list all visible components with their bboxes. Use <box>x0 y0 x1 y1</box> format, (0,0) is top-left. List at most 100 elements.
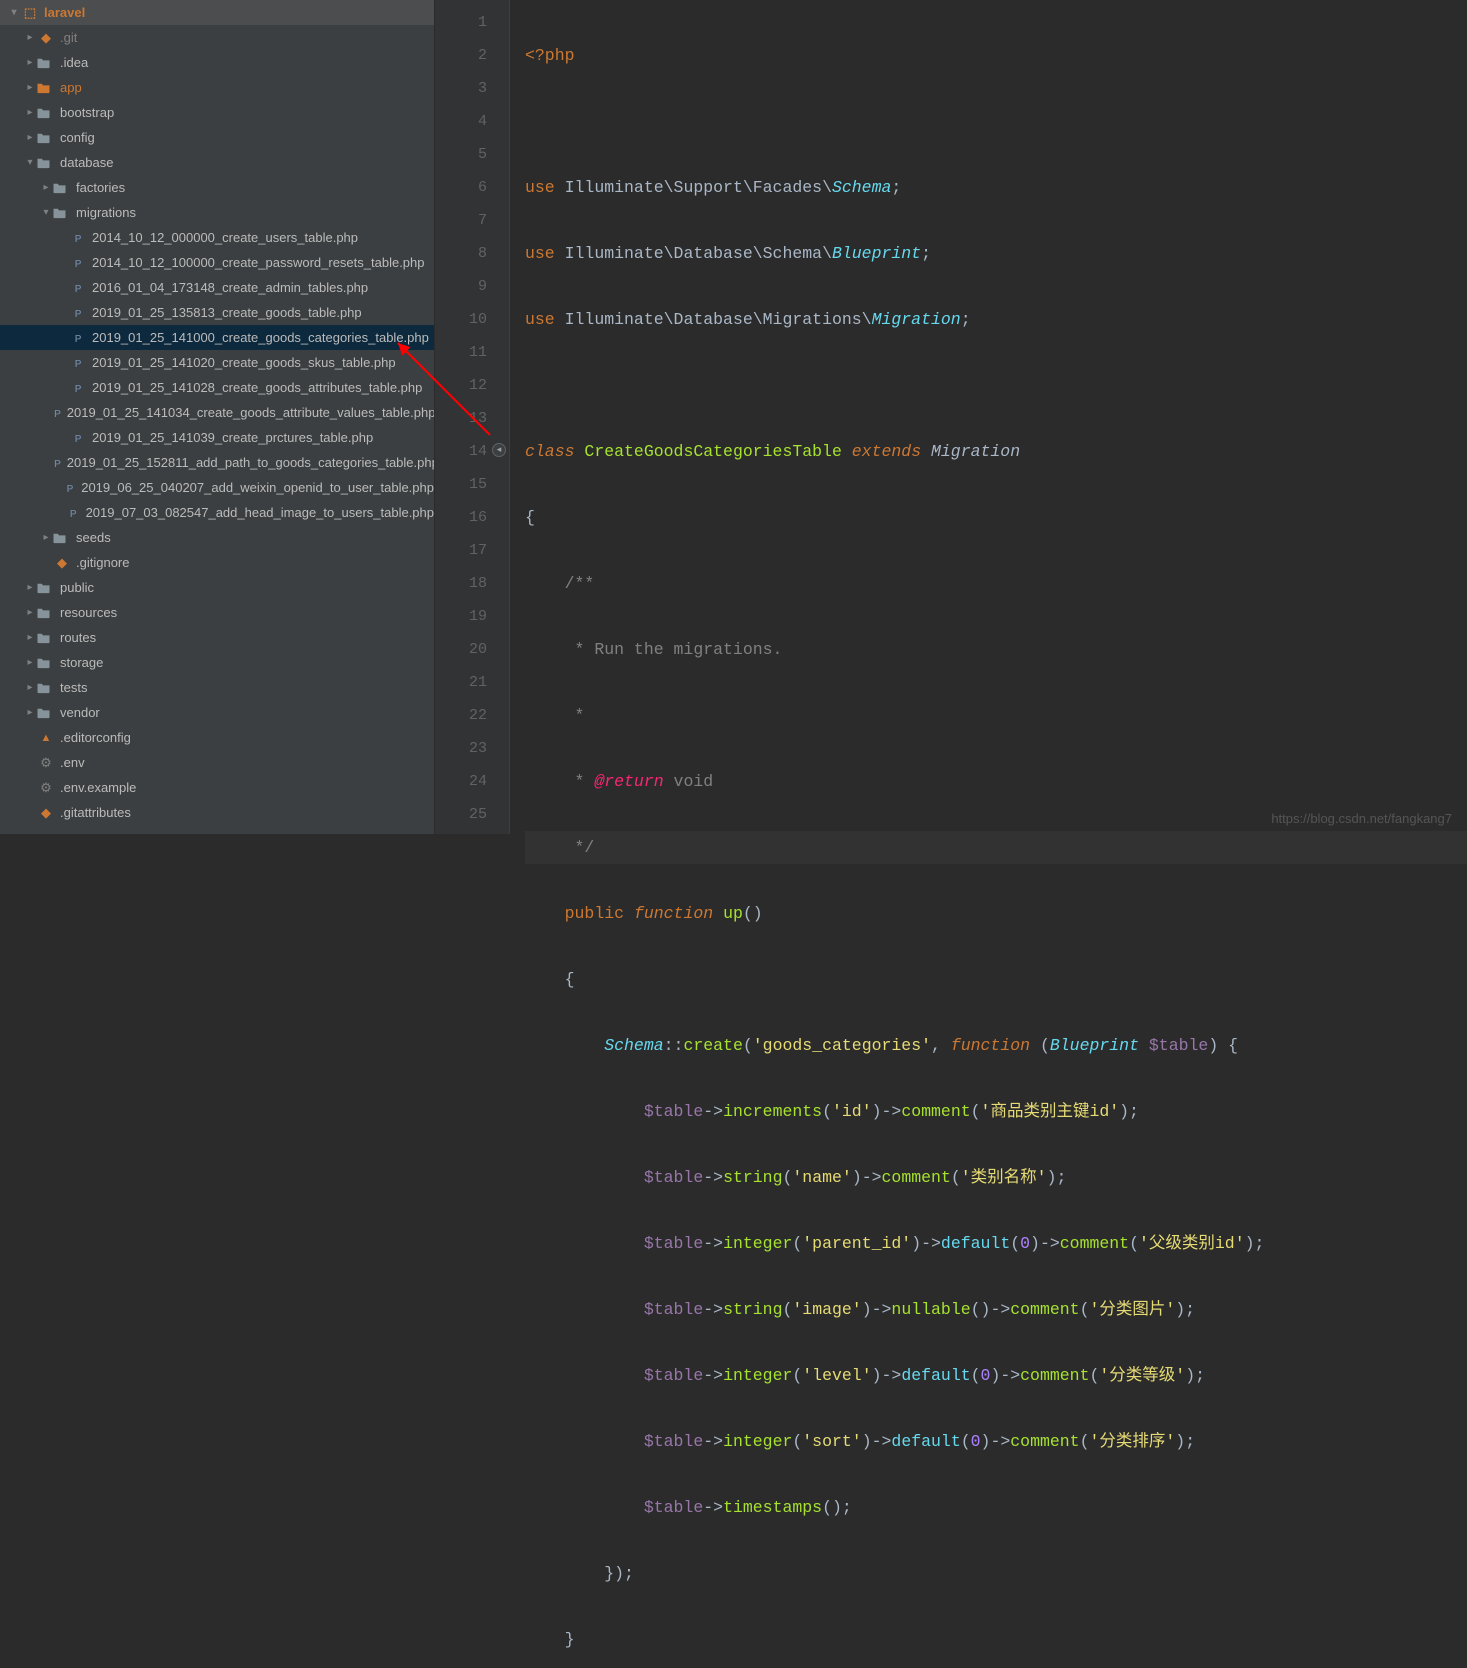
git-file-icon: ◆ <box>54 555 70 571</box>
var: $table <box>644 1234 703 1253</box>
tree-item-2019-01-25-141020-create-goods-skus-table-php[interactable]: ᴘ 2019_01_25_141020_create_goods_skus_tab… <box>0 350 434 375</box>
tree-item--git[interactable]: ◆.git <box>0 25 434 50</box>
str: 'id' <box>832 1102 872 1121</box>
chevron-closed-icon[interactable] <box>22 32 38 43</box>
tree-item-2016-01-04-173148-create-admin-tables-php[interactable]: ᴘ 2016_01_04_173148_create_admin_tables.p… <box>0 275 434 300</box>
chevron-open-icon[interactable] <box>6 7 22 18</box>
tree-item-2019-01-25-141000-create-goods-categories-table-php[interactable]: ᴘ2019_01_25_141000_create_goods_categori… <box>0 325 434 350</box>
code-content[interactable]: <?php use Illuminate\Support\Facades\Sch… <box>510 0 1467 834</box>
tree-item-2019-06-25-040207-add-weixin-openid-to-user-table-php[interactable]: ᴘ2019_06_25_040207_add_weixin_openid_to_… <box>0 475 434 500</box>
str: 'level' <box>802 1366 871 1385</box>
tree-item-2019-07-03-082547-add-head-image-to-users-table-php[interactable]: ᴘ2019_07_03_082547_add_head_image_to_use… <box>0 500 434 525</box>
str: '父级类别id' <box>1139 1234 1245 1253</box>
method: comment <box>1020 1366 1089 1385</box>
tree-item-factories[interactable]: factories <box>0 175 434 200</box>
tree-item-database[interactable]: database <box>0 150 434 175</box>
doc-tag-return: @return <box>594 772 663 791</box>
tree-item-bootstrap[interactable]: bootstrap <box>0 100 434 125</box>
tree-item-2014-10-12-000000-create-users-table-php[interactable]: ᴘ2014_10_12_000000_create_users_table.ph… <box>0 225 434 250</box>
tree-label: seeds <box>76 530 111 545</box>
tree-item-routes[interactable]: routes <box>0 625 434 650</box>
str-table: 'goods_categories' <box>753 1036 931 1055</box>
tree-item--editorconfig[interactable]: ▲.editorconfig <box>0 725 434 750</box>
folder-icon <box>38 80 54 96</box>
line-number: 17 <box>441 534 487 567</box>
folder-icon <box>38 655 54 671</box>
file-icon: ▲ <box>38 730 54 746</box>
tree-item-laravel[interactable]: ⬚laravel <box>0 0 434 25</box>
method: integer <box>723 1432 792 1451</box>
php-file-icon: ᴘ <box>70 280 86 296</box>
line-number: 19 <box>441 600 487 633</box>
project-tree-sidebar[interactable]: ⬚laravel◆.git .idea app bootstrapconfigdata… <box>0 0 435 834</box>
tree-item--env[interactable]: ⚙.env <box>0 750 434 775</box>
ns: Illuminate\Database\Migrations\ <box>565 310 872 329</box>
str: '分类等级' <box>1099 1366 1185 1385</box>
line-number: 6 <box>441 171 487 204</box>
tree-item-config[interactable]: config <box>0 125 434 150</box>
tree-item-public[interactable]: public <box>0 575 434 600</box>
tree-item-2019-01-25-141034-create-goods-attribute-values-table-php[interactable]: ᴘ2019_01_25_141034_create_goods_attribut… <box>0 400 434 425</box>
tree-label: 2019_01_25_141020_create_goods_skus_tabl… <box>92 355 396 370</box>
code-editor[interactable]: ◂ 12345678910111213141516171819202122232… <box>435 0 1467 834</box>
tree-label: routes <box>60 630 96 645</box>
tree-label: 2019_01_25_141028_create_goods_attribute… <box>92 380 422 395</box>
php-file-icon: ᴘ <box>70 355 86 371</box>
tree-item-storage[interactable]: storage <box>0 650 434 675</box>
line-number: 21 <box>441 666 487 699</box>
tree-item--gitattributes[interactable]: ◆.gitattributes <box>0 800 434 825</box>
tree-label: 2019_07_03_082547_add_head_image_to_user… <box>86 505 434 520</box>
tree-label: 2019_01_25_152811_add_path_to_goods_cate… <box>67 455 435 470</box>
tree-item-tests[interactable]: tests <box>0 675 434 700</box>
var: $table <box>644 1366 703 1385</box>
tree-item-2019-01-25-141028-create-goods-attributes-table-php[interactable]: ᴘ2019_01_25_141028_create_goods_attribut… <box>0 375 434 400</box>
kw-use: use <box>525 178 555 197</box>
tree-item-app[interactable]: app <box>0 75 434 100</box>
tree-label: storage <box>60 655 103 670</box>
cls-schema: Schema <box>832 178 891 197</box>
var: $table <box>644 1102 703 1121</box>
git-file-icon: ◆ <box>38 805 54 821</box>
method: integer <box>723 1366 792 1385</box>
folder-icon <box>38 130 54 146</box>
method: comment <box>1060 1234 1129 1253</box>
tree-item-2014-10-12-100000-create-password-resets-table-php[interactable]: ᴘ2014_10_12_100000_create_password_reset… <box>0 250 434 275</box>
line-number: 12 <box>441 369 487 402</box>
method: string <box>723 1300 782 1319</box>
php-file-icon: ᴘ <box>70 230 86 246</box>
tree-item-2019-01-25-152811-add-path-to-goods-categories-table-php[interactable]: ᴘ2019_01_25_152811_add_path_to_goods_cat… <box>0 450 434 475</box>
doc: * <box>565 772 595 791</box>
tree-label: app <box>60 80 82 95</box>
tree-label: 2016_01_04_173148_create_admin_tables.ph… <box>92 280 368 295</box>
line-number: 18 <box>441 567 487 600</box>
line-number: 2 <box>441 39 487 72</box>
php-file-icon: ᴘ <box>65 480 76 496</box>
var: $table <box>644 1498 703 1517</box>
tree-item-2019-01-25-135813-create-goods-table-php[interactable]: ᴘ2019_01_25_135813_create_goods_table.ph… <box>0 300 434 325</box>
gear-icon: ⚙ <box>38 755 54 771</box>
line-number: 24 <box>441 765 487 798</box>
tree-item-vendor[interactable]: vendor <box>0 700 434 725</box>
class-name: CreateGoodsCategoriesTable <box>584 442 841 461</box>
tree-item--env-example[interactable]: ⚙.env.example <box>0 775 434 800</box>
tree-item-2019-01-25-141039-create-prctures-table-php[interactable]: ᴘ2019_01_25_141039_create_prctures_table… <box>0 425 434 450</box>
str: 'image' <box>792 1300 861 1319</box>
collapse-button[interactable]: ◂ <box>492 443 506 457</box>
tree-item--gitignore[interactable]: ◆.gitignore <box>0 550 434 575</box>
tree-label: .idea <box>60 55 88 70</box>
line-number: 7 <box>441 204 487 237</box>
tree-item-resources[interactable]: resources <box>0 600 434 625</box>
folder-icon <box>54 180 70 196</box>
doc: * Run the migrations. <box>565 640 783 659</box>
line-number: 4 <box>441 105 487 138</box>
tree-item-migrations[interactable]: migrations <box>0 200 434 225</box>
method: timestamps <box>723 1498 822 1517</box>
php-file-icon: ᴘ <box>70 430 86 446</box>
php-file-icon: ᴘ <box>70 305 86 321</box>
tree-item-seeds[interactable]: seeds <box>0 525 434 550</box>
var-table: $table <box>1149 1036 1208 1055</box>
str: 'parent_id' <box>802 1234 911 1253</box>
method: comment <box>882 1168 951 1187</box>
tree-item--idea[interactable]: .idea <box>0 50 434 75</box>
method: comment <box>1010 1432 1079 1451</box>
